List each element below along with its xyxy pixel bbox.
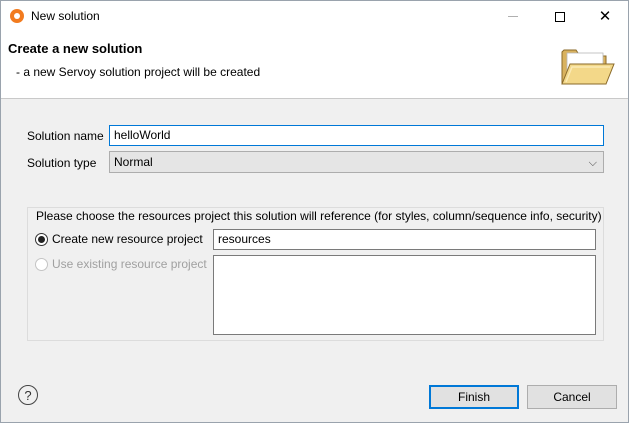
new-solution-dialog: New solution ✕ Create a new solution - a… <box>0 0 629 423</box>
solution-type-select[interactable]: Normal ⌵ <box>109 151 604 173</box>
resource-project-name-input[interactable]: resources <box>213 229 596 250</box>
solution-name-input[interactable]: helloWorld <box>109 125 604 146</box>
page-title: Create a new solution <box>8 41 143 56</box>
solution-type-value: Normal <box>114 155 153 169</box>
page-description: - a new Servoy solution project will be … <box>16 65 261 79</box>
question-mark-icon: ? <box>24 387 32 403</box>
open-folder-icon <box>561 49 615 85</box>
solution-name-label: Solution name <box>27 129 104 143</box>
radio-checked-icon <box>35 232 48 246</box>
create-new-resource-label: Create new resource project <box>52 232 203 246</box>
window-title: New solution <box>31 9 100 23</box>
maximize-icon <box>555 11 565 22</box>
cancel-button[interactable]: Cancel <box>527 385 617 409</box>
minimize-button[interactable] <box>490 1 536 32</box>
resources-group-title: Please choose the resources project this… <box>35 209 603 223</box>
chevron-down-icon: ⌵ <box>588 157 597 169</box>
wizard-header: Create a new solution - a new Servoy sol… <box>1 32 628 99</box>
close-icon: ✕ <box>598 8 612 25</box>
close-button[interactable]: ✕ <box>582 1 628 32</box>
servoy-app-icon <box>10 9 24 23</box>
radio-unchecked-icon <box>35 257 48 271</box>
create-new-resource-radio[interactable]: Create new resource project <box>35 232 203 246</box>
minimize-icon <box>508 16 518 17</box>
use-existing-resource-label: Use existing resource project <box>52 257 207 271</box>
maximize-button[interactable] <box>537 1 583 32</box>
solution-type-label: Solution type <box>27 156 97 170</box>
finish-button[interactable]: Finish <box>429 385 519 409</box>
title-bar: New solution ✕ <box>1 1 628 32</box>
existing-resource-projects-list[interactable] <box>213 255 596 335</box>
use-existing-resource-radio: Use existing resource project <box>35 257 207 271</box>
help-button[interactable]: ? <box>18 385 38 405</box>
